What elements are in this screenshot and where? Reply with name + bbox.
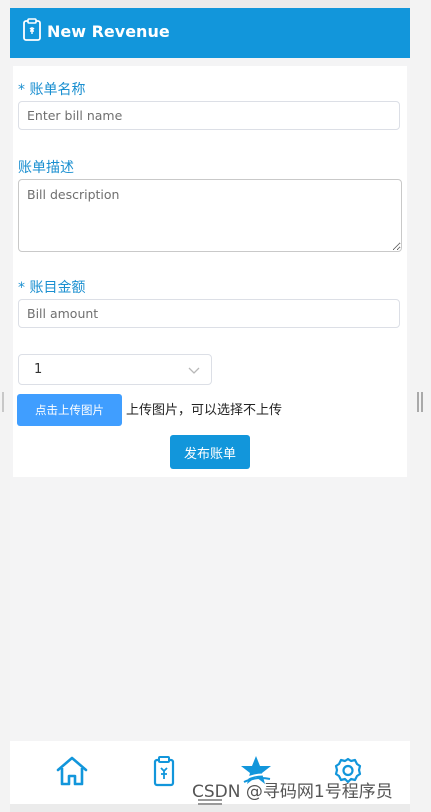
page-title: New Revenue [47, 22, 170, 41]
upload-image-button[interactable]: 点击上传图片 [17, 394, 122, 426]
type-select[interactable]: 1 [18, 354, 212, 385]
home-icon [56, 756, 88, 786]
watermark: CSDN @寻码网1号程序员 [192, 782, 393, 802]
publish-bill-button[interactable]: 发布账单 [170, 435, 250, 469]
required-mark: * [18, 82, 25, 98]
bill-name-label-text: 账单名称 [29, 82, 86, 98]
app-frame: New Revenue * 账单名称 账单描述 * 账目金额 1 点击上传图片 … [10, 8, 410, 804]
bill-description-textarea[interactable] [18, 179, 402, 252]
bill-name-label: * 账单名称 [18, 81, 85, 99]
tab-home[interactable] [52, 751, 92, 791]
scroll-indicator [198, 803, 222, 805]
bill-amount-input[interactable] [18, 299, 400, 328]
bill-amount-label: * 账目金额 [18, 279, 85, 297]
chevron-down-icon [188, 367, 200, 374]
header-bar: New Revenue [10, 8, 410, 58]
upload-tip-text: 上传图片，可以选择不上传 [126, 403, 283, 418]
right-resize-handle[interactable] [417, 392, 423, 412]
clipboard-icon [153, 756, 175, 787]
clipboard-icon [23, 18, 41, 41]
form-card: * 账单名称 账单描述 * 账目金额 1 点击上传图片 上传图片，可以选择不上传… [13, 66, 407, 477]
bill-amount-label-text: 账目金额 [29, 280, 86, 296]
tab-bills[interactable] [144, 751, 184, 791]
type-select-value: 1 [34, 362, 43, 377]
left-resize-handle[interactable] [2, 392, 4, 412]
bill-description-label: 账单描述 [18, 160, 74, 176]
required-mark: * [18, 280, 25, 296]
bill-name-input[interactable] [18, 101, 400, 130]
